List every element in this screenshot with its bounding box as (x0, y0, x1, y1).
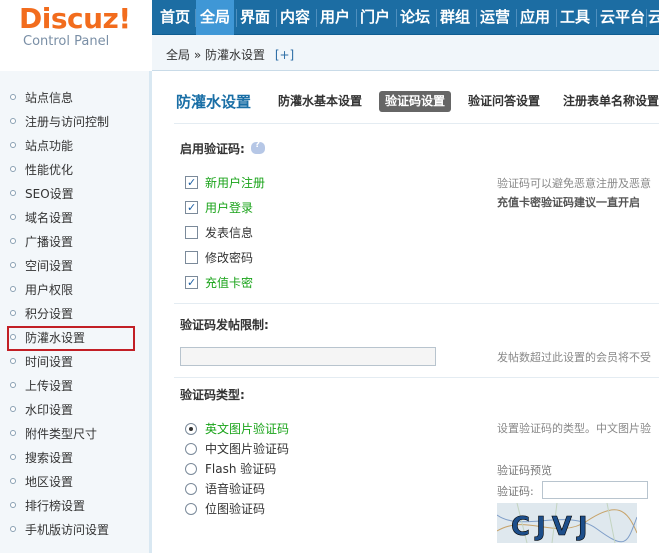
bullet-icon (10, 238, 16, 244)
sidebar-item-performance[interactable]: 性能优化 (0, 158, 149, 182)
brand-logo: Discuz! (19, 2, 131, 35)
bullet-icon (10, 382, 16, 388)
sidebar-item-user-permissions[interactable]: 用户权限 (0, 278, 149, 302)
nav-groups[interactable]: 群组 (436, 0, 474, 35)
recharge-card-hint: 充值卡密验证码建议一直开启 (497, 196, 640, 209)
nav-users[interactable]: 用户 (316, 0, 354, 35)
page-title: 防灌水设置 (176, 93, 252, 111)
sidebar-item-mobile-access[interactable]: 手机版访问设置 (0, 518, 149, 542)
logo-subtitle: Control Panel (23, 34, 110, 49)
enable-captcha-label: 启用验证码: (180, 140, 265, 157)
radio-selected[interactable] (185, 423, 197, 435)
sidebar-item-credits[interactable]: 积分设置 (0, 302, 149, 326)
checkbox-checked[interactable] (185, 174, 198, 192)
bullet-icon (10, 502, 16, 508)
bullet-icon (10, 358, 16, 364)
bullet-icon (10, 166, 16, 172)
checkbox-checked[interactable] (185, 199, 198, 217)
nav-cloud-platform[interactable]: 云平台 (596, 0, 649, 35)
captcha-preview-label: 验证码预览 (497, 464, 552, 477)
bullet-icon (10, 430, 16, 436)
radio-unselected[interactable] (185, 443, 197, 455)
help-bubble-icon[interactable] (250, 140, 265, 154)
bullet-icon (10, 286, 16, 292)
nav-home[interactable]: 首页 (156, 0, 194, 35)
sidebar-item-ranking[interactable]: 排行榜设置 (0, 494, 149, 518)
sidebar-item-time[interactable]: 时间设置 (0, 350, 149, 374)
checkbox-unchecked[interactable] (185, 226, 198, 239)
captcha-input[interactable] (542, 481, 648, 499)
sidebar-item-watermark[interactable]: 水印设置 (0, 398, 149, 422)
radio-unselected[interactable] (185, 503, 197, 515)
sidebar-item-register-access[interactable]: 注册与访问控制 (0, 110, 149, 134)
tab-basic-settings[interactable]: 防灌水基本设置 (272, 91, 368, 112)
active-item-highlight (7, 326, 135, 351)
sidebar-item-search[interactable]: 搜索设置 (0, 446, 149, 470)
captcha-text: CJVJ (511, 512, 594, 542)
bullet-icon (10, 478, 16, 484)
divider (174, 123, 659, 124)
add-shortcut-link[interactable]: [+] (275, 48, 294, 62)
bullet-icon (10, 118, 16, 124)
nav-interface[interactable]: 界面 (236, 0, 274, 35)
post-limit-label: 验证码发帖限制: (180, 318, 269, 332)
main-content: 防灌水设置 防灌水基本设置 验证码设置 验证问答设置 注册表单名称设置 启用验证… (158, 71, 659, 553)
sidebar-item-broadcast[interactable]: 广播设置 (0, 230, 149, 254)
nav-forum[interactable]: 论坛 (396, 0, 434, 35)
breadcrumb: 全局 » 防灌水设置 [+] (166, 46, 294, 63)
captcha-input-label: 验证码: (497, 485, 534, 498)
sidebar-item-site-info[interactable]: 站点信息 (0, 86, 149, 110)
captcha-type-description: 设置验证码的类型。中文图片验 (497, 422, 651, 435)
bullet-icon (10, 406, 16, 412)
bullet-icon (10, 214, 16, 220)
sidebar-item-upload[interactable]: 上传设置 (0, 374, 149, 398)
nav-portal[interactable]: 门户 (356, 0, 394, 35)
logo-area: Discuz! Control Panel (0, 0, 152, 70)
checkbox-unchecked[interactable] (185, 251, 198, 264)
breadcrumb-bar: 全局 » 防灌水设置 [+] (152, 35, 659, 71)
sidebar-item-seo[interactable]: SEO设置 (0, 182, 149, 206)
nav-tools[interactable]: 工具 (556, 0, 594, 35)
radio-unselected[interactable] (185, 463, 197, 475)
bullet-icon (10, 142, 16, 148)
tab-captcha-settings[interactable]: 验证码设置 (379, 91, 452, 112)
radio-unselected[interactable] (185, 483, 197, 495)
captcha-type-label: 验证码类型: (180, 388, 245, 402)
nav-content[interactable]: 内容 (276, 0, 314, 35)
enable-captcha-description: 验证码可以避免恶意注册及恶意 (497, 177, 651, 190)
bullet-icon (10, 454, 16, 460)
divider (174, 303, 659, 304)
top-navigation: 首页 全局 界面 内容 用户 门户 论坛 群组 运营 应用 工具 云平台 云 (152, 0, 659, 35)
tab-qa-settings[interactable]: 验证问答设置 (462, 91, 546, 112)
bullet-icon (10, 526, 16, 532)
divider (174, 377, 659, 378)
tab-register-form-names[interactable]: 注册表单名称设置 (557, 91, 659, 112)
sidebar-item-space[interactable]: 空间设置 (0, 254, 149, 278)
captcha-noise-graphic: CJVJ (497, 503, 637, 543)
checkbox-checked[interactable] (185, 274, 198, 292)
sidebar-item-attachment-types[interactable]: 附件类型尺寸 (0, 422, 149, 446)
sidebar: 站点信息 注册与访问控制 站点功能 性能优化 SEO设置 域名设置 广播设置 空… (0, 71, 152, 553)
sidebar-item-domain[interactable]: 域名设置 (0, 206, 149, 230)
bullet-icon (10, 310, 16, 316)
bullet-icon (10, 190, 16, 196)
nav-operations[interactable]: 运营 (476, 0, 514, 35)
nav-cloud-partial[interactable]: 云 (644, 0, 659, 35)
breadcrumb-path: 全局 » 防灌水设置 (166, 48, 265, 62)
post-limit-description: 发帖数超过此设置的会员将不受 (497, 351, 651, 364)
post-limit-input[interactable] (180, 347, 436, 366)
sidebar-item-region[interactable]: 地区设置 (0, 470, 149, 494)
nav-global[interactable]: 全局 (196, 0, 235, 35)
bullet-icon (10, 262, 16, 268)
bullet-icon (10, 94, 16, 100)
nav-apps[interactable]: 应用 (516, 0, 554, 35)
captcha-image[interactable]: CJVJ (497, 503, 637, 543)
sidebar-item-site-features[interactable]: 站点功能 (0, 134, 149, 158)
